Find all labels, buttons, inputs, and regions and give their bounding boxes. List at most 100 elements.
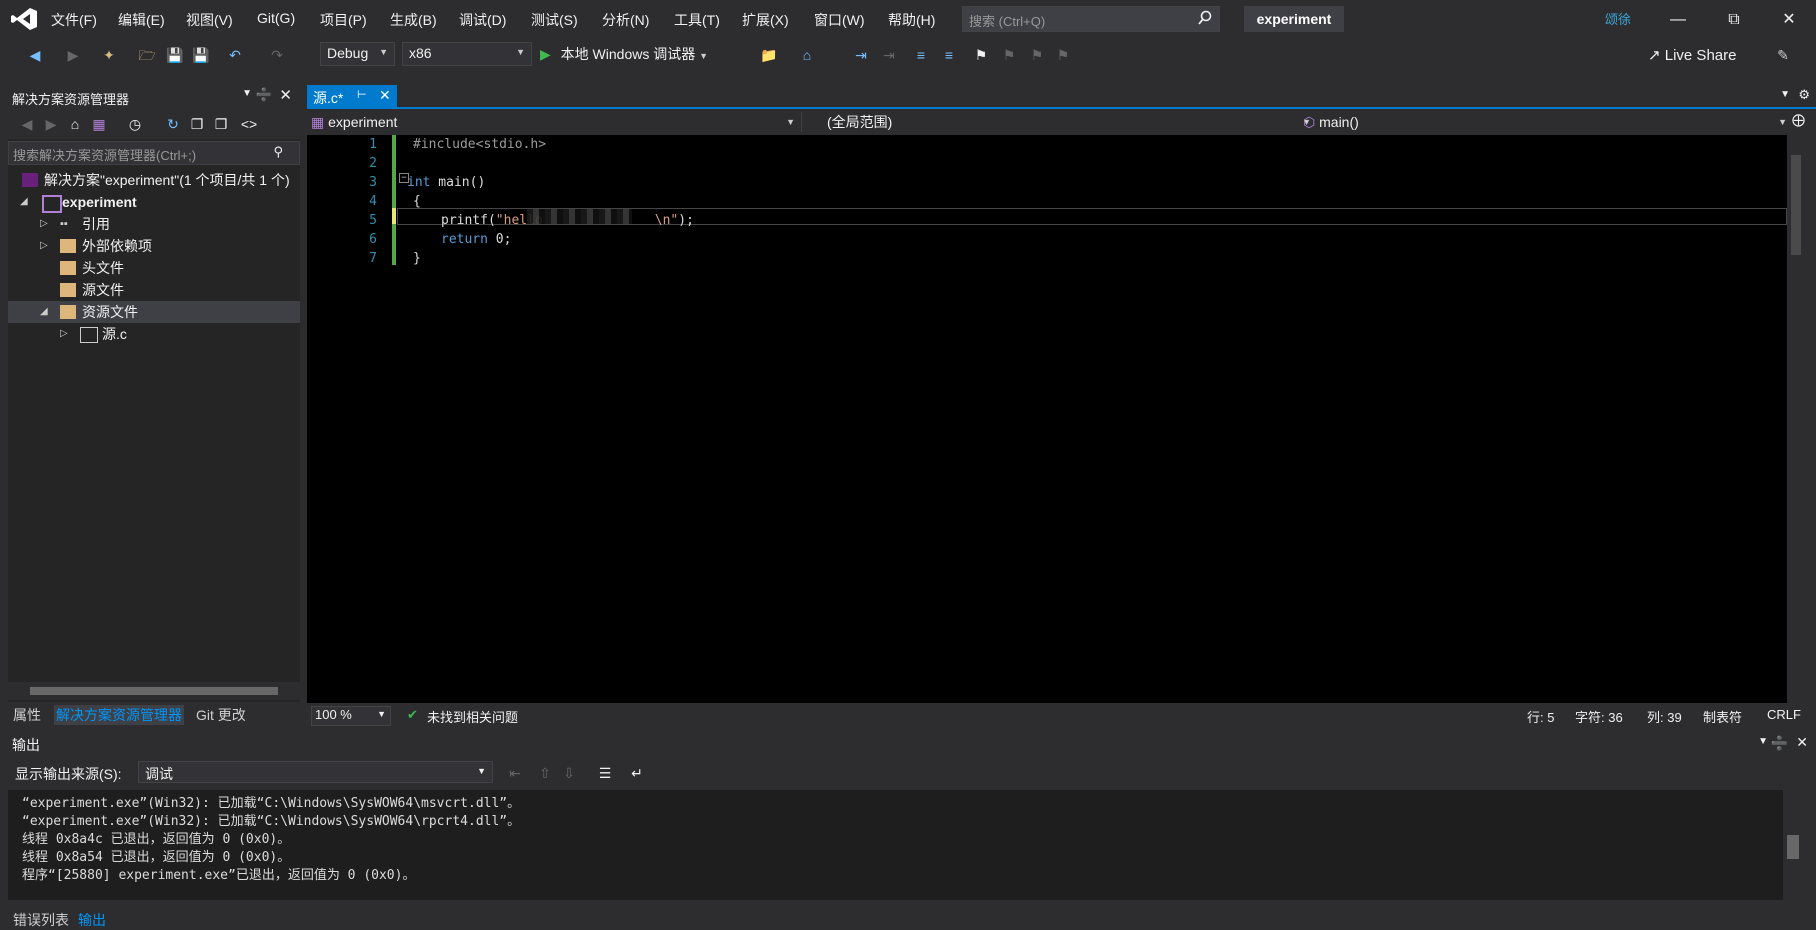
menu-item[interactable]: 帮助(H) <box>888 10 935 30</box>
settings-gear-icon[interactable]: ⚙ <box>1798 87 1810 103</box>
bookmark-icon[interactable]: ⚑ <box>972 46 990 64</box>
menu-item[interactable]: 项目(P) <box>320 10 367 30</box>
scroll-thumb[interactable] <box>1791 155 1801 255</box>
collapse-triangle-icon[interactable]: ▷ <box>60 323 68 345</box>
pin-icon[interactable]: ➗ <box>256 87 272 103</box>
dropdown-icon[interactable]: ▼ <box>1758 736 1768 747</box>
issues-status[interactable]: 未找到相关问题 <box>427 707 518 726</box>
tree-item-source-c[interactable]: ▷ 源.c <box>8 323 300 345</box>
prev-bookmark-icon[interactable]: ⚑ <box>1000 46 1018 64</box>
tree-item-source-files[interactable]: 源文件 <box>8 279 300 301</box>
solution-search-input[interactable]: 搜索解决方案资源管理器(Ctrl+;) ⚲ <box>8 141 300 165</box>
clear-all-icon[interactable]: ☰ <box>596 764 614 782</box>
back-icon[interactable]: ◀ <box>26 46 44 64</box>
output-vertical-scrollbar[interactable] <box>1783 790 1803 900</box>
pin-icon[interactable]: ➗ <box>1771 735 1788 752</box>
close-panel-icon[interactable]: ✕ <box>279 86 292 104</box>
tree-item-project[interactable]: ◢ experiment <box>8 191 300 213</box>
tree-item-external-deps[interactable]: ▷ 外部依赖项 <box>8 235 300 257</box>
scroll-thumb[interactable] <box>30 687 278 695</box>
expand-triangle-icon[interactable]: ◢ <box>40 301 48 323</box>
tree-item-solution[interactable]: 解决方案"experiment"(1 个项目/共 1 个) <box>8 169 300 191</box>
close-window-button[interactable]: ✕ <box>1777 8 1801 32</box>
undo-icon[interactable]: ↶ <box>226 46 244 64</box>
menu-item[interactable]: Git(G) <box>257 10 295 26</box>
split-editor-icon[interactable]: ⨁ <box>1792 112 1805 128</box>
forward-icon[interactable]: ▶ <box>42 115 60 133</box>
close-tab-icon[interactable]: ✕ <box>379 87 391 104</box>
sync-icon[interactable]: ↻ <box>164 115 182 133</box>
view-code-icon[interactable]: <> <box>240 115 258 133</box>
close-panel-icon[interactable]: ✕ <box>1796 734 1808 751</box>
step-icon[interactable]: ⇥ <box>852 46 870 64</box>
redo-icon[interactable]: ↷ <box>268 46 286 64</box>
tab-properties[interactable]: 属性 <box>13 705 41 725</box>
minimize-button[interactable]: — <box>1666 8 1690 32</box>
scroll-thumb[interactable] <box>1787 835 1799 859</box>
save-all-icon[interactable]: 💾 <box>192 46 210 64</box>
feedback-icon[interactable]: ✎ <box>1774 46 1792 64</box>
code-editor[interactable]: 1 2 3 4 5 6 7 − #include<stdio.h> int ma… <box>307 135 1787 703</box>
expand-triangle-icon[interactable]: ◢ <box>20 191 28 213</box>
member-dropdown[interactable]: ⬡ main() ▼ <box>1303 112 1793 132</box>
uncomment-icon[interactable]: ≡ <box>940 46 958 64</box>
collapse-triangle-icon[interactable]: ▷ <box>40 235 48 257</box>
dropdown-icon[interactable]: ▼ <box>242 88 252 99</box>
start-debugging-button[interactable]: ▶ 本地 Windows 调试器 ▼ <box>540 44 708 64</box>
tab-list-dropdown-icon[interactable]: ▼ <box>1780 89 1790 100</box>
tree-item-references[interactable]: ▷ ▪▪ 引用 <box>8 213 300 235</box>
home-icon[interactable]: ⌂ <box>66 115 84 133</box>
browser-icon[interactable]: ⌂ <box>798 46 816 64</box>
step-disabled-icon[interactable]: ⇥ <box>880 46 898 64</box>
new-project-icon[interactable]: ✦ <box>100 46 118 64</box>
config-dropdown[interactable]: Debug ▼ <box>320 42 395 66</box>
tab-git-changes[interactable]: Git 更改 <box>196 705 246 725</box>
platform-dropdown[interactable]: x86 ▼ <box>402 42 532 66</box>
zoom-dropdown[interactable]: 100 % ▼ <box>311 706 391 726</box>
tab-output[interactable]: 输出 <box>78 910 106 930</box>
switch-views-icon[interactable]: ▦ <box>90 115 108 133</box>
pin-icon[interactable]: ⊢ <box>357 88 367 101</box>
next-bookmark-icon[interactable]: ⚑ <box>1028 46 1046 64</box>
search-input[interactable]: 搜索 (Ctrl+Q) <box>962 6 1220 32</box>
show-all-files-icon[interactable]: ❐ <box>212 115 230 133</box>
tree-item-resource-files[interactable]: ◢ 资源文件 <box>8 301 300 323</box>
tab-source-c[interactable]: 源.c* ⊢ ✕ <box>307 85 397 107</box>
next-message-icon[interactable]: ⇩ <box>560 764 578 782</box>
menu-item[interactable]: 扩展(X) <box>742 10 789 30</box>
horizontal-scrollbar[interactable] <box>8 682 300 700</box>
output-source-dropdown[interactable]: 调试 ▼ <box>138 761 493 783</box>
output-text-area[interactable]: “experiment.exe”(Win32): 已加载“C:\Windows\… <box>8 790 1783 900</box>
indent-mode[interactable]: 制表符 <box>1703 707 1742 726</box>
forward-icon[interactable]: ▶ <box>64 46 82 64</box>
prev-message-icon[interactable]: ⇧ <box>536 764 554 782</box>
tree-item-header-files[interactable]: 头文件 <box>8 257 300 279</box>
menu-item[interactable]: 测试(S) <box>531 10 578 30</box>
project-dropdown[interactable]: ▦ experiment ▼ <box>311 112 802 132</box>
menu-item[interactable]: 生成(B) <box>390 10 437 30</box>
tab-error-list[interactable]: 错误列表 <box>13 910 69 930</box>
back-icon[interactable]: ◀ <box>18 115 36 133</box>
collapse-all-icon[interactable]: ❐ <box>188 115 206 133</box>
collapse-triangle-icon[interactable]: ▷ <box>40 213 48 235</box>
open-folder-icon[interactable]: 🗁 <box>138 46 156 64</box>
menu-item[interactable]: 编辑(E) <box>118 10 165 30</box>
restore-button[interactable]: ⧉ <box>1722 8 1746 32</box>
save-icon[interactable]: 💾 <box>166 46 184 64</box>
menu-item[interactable]: 文件(F) <box>51 10 97 30</box>
line-ending[interactable]: CRLF <box>1767 707 1801 722</box>
find-message-icon[interactable]: ⇤ <box>506 764 524 782</box>
clear-bookmarks-icon[interactable]: ⚑ <box>1054 46 1072 64</box>
scope-dropdown[interactable]: (全局范围) ▼ <box>807 112 1317 132</box>
menu-item[interactable]: 窗口(W) <box>814 10 865 30</box>
menu-item[interactable]: 调试(D) <box>459 10 506 30</box>
pending-changes-icon[interactable]: ◷ <box>126 115 144 133</box>
word-wrap-icon[interactable]: ↵ <box>628 764 646 782</box>
user-avatar[interactable]: 颂徐 <box>1605 9 1631 28</box>
comment-icon[interactable]: ≡ <box>912 46 930 64</box>
menu-item[interactable]: 分析(N) <box>602 10 649 30</box>
menu-item[interactable]: 视图(V) <box>186 10 233 30</box>
live-share-button[interactable]: ↗ Live Share <box>1648 46 1736 64</box>
menu-item[interactable]: 工具(T) <box>674 10 720 30</box>
tab-solution-explorer[interactable]: 解决方案资源管理器 <box>54 705 184 725</box>
